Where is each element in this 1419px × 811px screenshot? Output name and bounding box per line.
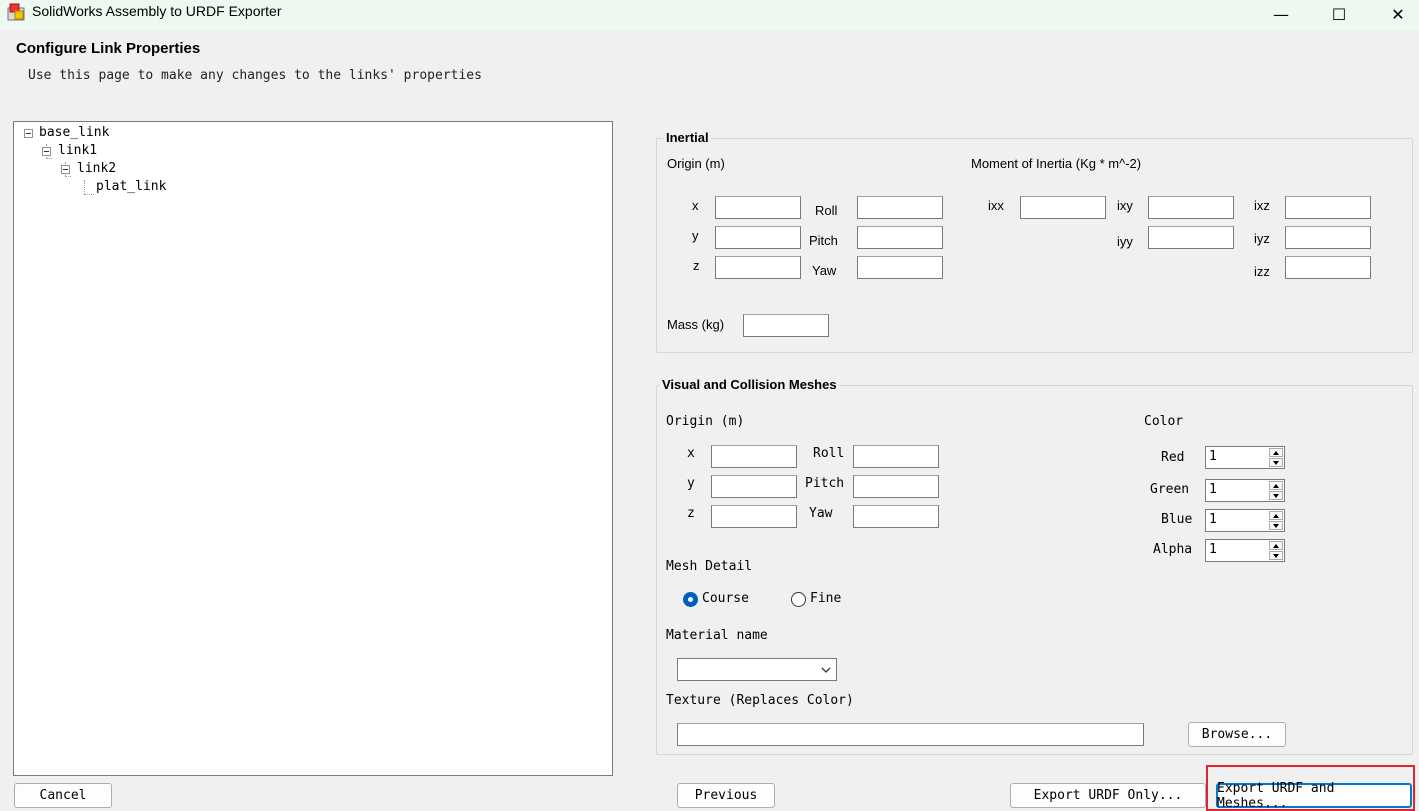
inertial-z-label: z: [693, 258, 700, 273]
window-title: SolidWorks Assembly to URDF Exporter: [32, 3, 282, 19]
tree-node-link2[interactable]: link2: [77, 160, 116, 178]
texture-input[interactable]: [677, 723, 1144, 746]
page-title: Configure Link Properties: [16, 40, 201, 57]
course-radio[interactable]: [683, 592, 698, 607]
visual-x-input[interactable]: [711, 445, 797, 468]
mass-label: Mass (kg): [667, 317, 725, 332]
inertial-pitch-input[interactable]: [857, 226, 943, 249]
visual-x-label: x: [687, 446, 695, 461]
fine-radio[interactable]: [791, 592, 806, 607]
collapse-base-link-icon[interactable]: [24, 129, 33, 138]
texture-label: Texture (Replaces Color): [666, 693, 854, 708]
alpha-value: 1: [1209, 542, 1217, 557]
blue-spinner[interactable]: 1: [1205, 509, 1285, 532]
highlight-box: [1206, 765, 1415, 811]
visual-collision-group-title: Visual and Collision Meshes: [660, 377, 839, 392]
inertial-origin-label: Origin (m): [667, 156, 725, 171]
inertial-x-input[interactable]: [715, 196, 801, 219]
alpha-spinner[interactable]: 1: [1205, 539, 1285, 562]
visual-roll-label: Roll: [813, 446, 845, 461]
iyy-input[interactable]: [1148, 226, 1234, 249]
visual-z-input[interactable]: [711, 505, 797, 528]
red-value: 1: [1209, 449, 1217, 464]
inertial-y-input[interactable]: [715, 226, 801, 249]
inertial-pitch-label: Pitch: [809, 233, 838, 248]
material-name-label: Material name: [666, 628, 768, 643]
inertial-y-label: y: [692, 228, 699, 243]
iyz-input[interactable]: [1285, 226, 1371, 249]
blue-value: 1: [1209, 512, 1217, 527]
alpha-label: Alpha: [1153, 542, 1193, 557]
tree-node-link1[interactable]: link1: [58, 142, 97, 160]
visual-yaw-input[interactable]: [853, 505, 939, 528]
alpha-down-icon[interactable]: [1269, 551, 1283, 560]
visual-pitch-input[interactable]: [853, 475, 939, 498]
tree-node-plat-link[interactable]: plat_link: [96, 178, 166, 196]
fine-label[interactable]: Fine: [810, 591, 841, 606]
visual-z-label: z: [687, 506, 695, 521]
visual-y-label: y: [687, 476, 695, 491]
material-name-dropdown[interactable]: [677, 658, 837, 681]
minimize-button[interactable]: —: [1256, 0, 1306, 28]
collapse-link2-icon[interactable]: [61, 165, 70, 174]
collapse-link1-icon[interactable]: [42, 147, 51, 156]
izz-label: izz: [1254, 264, 1270, 279]
visual-yaw-label: Yaw: [809, 506, 833, 521]
course-label[interactable]: Course: [702, 591, 749, 606]
maximize-button[interactable]: ☐: [1314, 0, 1364, 28]
visual-y-input[interactable]: [711, 475, 797, 498]
tree-node-base-link[interactable]: base_link: [39, 124, 109, 142]
minimize-icon: —: [1273, 4, 1289, 24]
color-label: Color: [1144, 414, 1184, 429]
green-label: Green: [1150, 482, 1190, 497]
green-value: 1: [1209, 482, 1217, 497]
close-button[interactable]: ✕: [1373, 0, 1419, 28]
inertial-yaw-input[interactable]: [857, 256, 943, 279]
maximize-icon: ☐: [1331, 4, 1347, 24]
visual-pitch-label: Pitch: [805, 476, 845, 491]
inertial-yaw-label: Yaw: [812, 263, 837, 278]
moment-of-inertia-label: Moment of Inertia (Kg * m^-2): [971, 156, 1142, 171]
green-down-icon[interactable]: [1269, 491, 1283, 500]
iyy-label: iyy: [1117, 234, 1133, 249]
inertial-roll-label: Roll: [815, 203, 838, 218]
red-down-icon[interactable]: [1269, 458, 1283, 467]
browse-button[interactable]: Browse...: [1188, 722, 1286, 747]
blue-down-icon[interactable]: [1269, 521, 1283, 530]
inertial-group-title: Inertial: [664, 130, 711, 145]
green-spinner[interactable]: 1: [1205, 479, 1285, 502]
red-up-icon[interactable]: [1269, 448, 1283, 457]
red-label: Red: [1161, 450, 1185, 465]
ixx-label: ixx: [988, 198, 1004, 213]
close-icon: ✕: [1391, 4, 1405, 24]
inertial-roll-input[interactable]: [857, 196, 943, 219]
app-icon: [7, 3, 25, 21]
red-spinner[interactable]: 1: [1205, 446, 1285, 469]
inertial-x-label: x: [692, 198, 699, 213]
inertial-z-input[interactable]: [715, 256, 801, 279]
page-subtitle: Use this page to make any changes to the…: [28, 68, 482, 83]
export-urdf-only-button[interactable]: Export URDF Only...: [1010, 783, 1206, 808]
ixy-input[interactable]: [1148, 196, 1234, 219]
mass-input[interactable]: [743, 314, 829, 337]
visual-origin-label: Origin (m): [666, 414, 745, 429]
link-tree[interactable]: base_link link1 link2 plat_link: [13, 121, 613, 776]
blue-label: Blue: [1161, 512, 1193, 527]
izz-input[interactable]: [1285, 256, 1371, 279]
ixz-input[interactable]: [1285, 196, 1371, 219]
alpha-up-icon[interactable]: [1269, 541, 1283, 550]
mesh-detail-label: Mesh Detail: [666, 559, 753, 574]
ixz-label: ixz: [1254, 198, 1270, 213]
chevron-down-icon: [821, 667, 831, 673]
previous-button[interactable]: Previous: [677, 783, 775, 808]
blue-up-icon[interactable]: [1269, 511, 1283, 520]
ixy-label: ixy: [1117, 198, 1133, 213]
visual-roll-input[interactable]: [853, 445, 939, 468]
cancel-button[interactable]: Cancel: [14, 783, 112, 808]
iyz-label: iyz: [1254, 231, 1270, 246]
green-up-icon[interactable]: [1269, 481, 1283, 490]
ixx-input[interactable]: [1020, 196, 1106, 219]
